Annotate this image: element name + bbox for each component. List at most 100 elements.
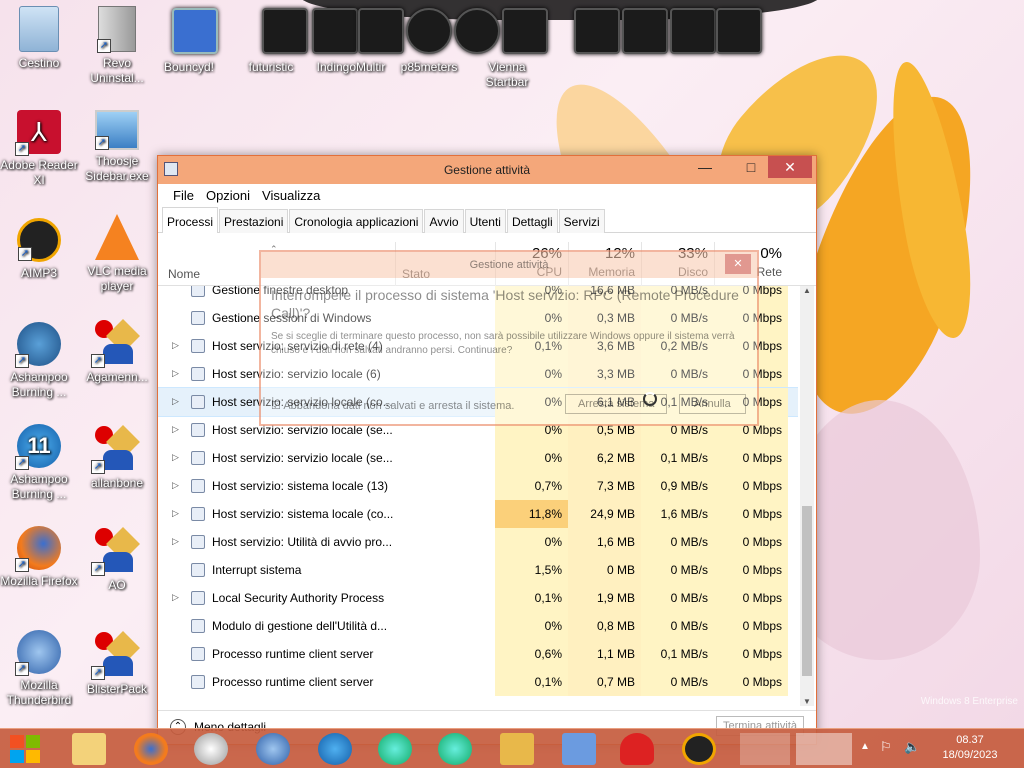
thunderbird-shortcut[interactable]: ➚ Mozilla Thunderbird [0, 630, 78, 708]
network-icon[interactable]: ⚐ [880, 739, 892, 755]
agamenn-shortcut[interactable]: ➚ Agamenn... [78, 318, 156, 385]
scroll-thumb[interactable] [802, 506, 812, 676]
folder-dark-icon[interactable] [358, 8, 404, 54]
process-memory: 0,8 MB [568, 612, 641, 640]
thunderbird-icon: ➚ [15, 630, 61, 676]
table-row[interactable]: Interrupt sistema 1,5% 0 MB 0 MB/s 0 Mbps [158, 556, 798, 584]
icon-label: allanbone [90, 476, 144, 490]
process-disk: 0,9 MB/s [641, 472, 714, 500]
ie-icon[interactable] [574, 8, 620, 54]
firefox-shortcut[interactable]: ➚ Mozilla Firefox [0, 526, 78, 589]
expand-icon[interactable]: ▷ [172, 536, 179, 547]
expand-icon[interactable]: ▷ [172, 368, 179, 379]
minimize-button[interactable]: — [690, 156, 720, 178]
app-icon[interactable] [378, 733, 412, 765]
aimp-shortcut[interactable]: ➚ AIMP3 [0, 218, 78, 281]
tab-users[interactable]: Utenti [464, 209, 506, 233]
scroll-up-icon[interactable]: ▲ [800, 286, 814, 295]
adobe-reader-icon[interactable] [740, 733, 790, 765]
sidebar-shortcut[interactable]: ➚ Thoosje Sidebar.exe [78, 110, 156, 184]
ashampoo-11-shortcut[interactable]: 11 ➚ Ashampoo Burning ... [0, 424, 78, 502]
vertical-scrollbar[interactable]: ▲ ▼ [800, 286, 814, 706]
expand-icon[interactable]: ▷ [172, 396, 179, 407]
shortcut-arrow-icon: ➚ [18, 247, 32, 261]
tab-performance[interactable]: Prestazioni [219, 209, 289, 233]
bouncy-icon[interactable] [172, 8, 218, 54]
firefox-icon[interactable] [134, 733, 168, 765]
windows-icon[interactable] [562, 733, 596, 765]
icon-label: Bouncyd! [163, 60, 215, 74]
menu-view[interactable]: Visualizza [256, 184, 326, 208]
task-manager-icon[interactable] [796, 733, 852, 765]
speaker-icon[interactable] [454, 8, 500, 54]
expand-icon[interactable]: ▷ [172, 592, 179, 603]
process-network: 0 Mbps [714, 472, 788, 500]
expand-icon[interactable]: ▷ [172, 508, 179, 519]
scroll-down-icon[interactable]: ▼ [800, 697, 814, 706]
process-cpu: 0% [495, 528, 568, 556]
ashampoo-shortcut[interactable]: ➚ Ashampoo Burning ... [0, 322, 78, 400]
app-icon[interactable] [438, 733, 472, 765]
maximize-button[interactable]: □ [736, 156, 766, 178]
explorer-icon[interactable] [72, 733, 106, 765]
adobe-reader-shortcut[interactable]: ⅄ ➚ Adobe Reader XI [0, 110, 78, 188]
expand-icon[interactable]: ▷ [172, 452, 179, 463]
tab-app-history[interactable]: Cronologia applicazioni [289, 209, 424, 233]
aimp-icon[interactable] [682, 733, 716, 765]
title-bar[interactable]: Gestione attività — □ ✕ [158, 156, 816, 184]
hat-icon[interactable] [620, 733, 654, 765]
show-hidden-icons-icon[interactable]: ▲ [860, 741, 870, 752]
menu-options[interactable]: Opzioni [200, 184, 256, 208]
table-row[interactable]: Modulo di gestione dell'Utilità d... 0% 0,… [158, 612, 798, 640]
volume-icon[interactable]: 🔈 [904, 739, 920, 755]
table-row[interactable]: ▷ Host servizio: sistema locale (13) 0,7% 7… [158, 472, 798, 500]
ashampoo-icon[interactable] [318, 733, 352, 765]
cancel-button[interactable]: Annulla [679, 394, 746, 414]
close-button[interactable]: ✕ [768, 156, 812, 178]
table-row[interactable]: ▷ Host servizio: sistema locale (co... 11,… [158, 500, 798, 528]
column-name[interactable]: Nome [168, 267, 200, 281]
blisterpack-shortcut[interactable]: ➚ BlisterPack [78, 630, 156, 697]
equalizer-icon[interactable] [502, 8, 548, 54]
expand-icon[interactable]: ▷ [172, 424, 179, 435]
table-row[interactable]: Processo runtime client server 0,6% 1,1 MB… [158, 640, 798, 668]
process-network: 0 Mbps [714, 640, 788, 668]
user-icon[interactable] [500, 733, 534, 765]
dialog-close-button[interactable]: ✕ [725, 254, 751, 274]
tab-details[interactable]: Dettagli [506, 209, 558, 233]
tshirt-icon[interactable] [622, 8, 668, 54]
dvd-icon[interactable] [194, 733, 228, 765]
indingo-icon[interactable] [312, 8, 358, 54]
shortcut-arrow-icon: ➚ [15, 662, 29, 676]
process-network: 0 Mbps [714, 444, 788, 472]
tab-startup[interactable]: Avvio [424, 209, 464, 233]
clock[interactable]: 08.37 18/09/2023 [930, 733, 1010, 763]
revo-shortcut[interactable]: ➚ Revo Uninstal... [78, 6, 156, 86]
tab-services[interactable]: Servizi [558, 209, 605, 233]
expand-icon[interactable]: ▷ [172, 340, 179, 351]
allanbone-shortcut[interactable]: ➚ allanbone [78, 424, 156, 491]
dialog-checkbox[interactable]: ☑ Abbandona dati non salvati e arresta i… [271, 399, 514, 412]
process-memory: 1,6 MB [568, 528, 641, 556]
recycle-dark-icon[interactable] [716, 8, 762, 54]
futuristic-icon[interactable] [262, 8, 308, 54]
process-disk: 0 MB/s [641, 612, 714, 640]
process-cpu: 0,6% [495, 640, 568, 668]
menu-file[interactable]: File [167, 184, 200, 208]
start-button[interactable] [10, 735, 40, 763]
ao-shortcut[interactable]: ➚ AO [78, 526, 156, 593]
table-row[interactable]: ▷ Local Security Authority Process 0,1% 1,9… [158, 584, 798, 612]
thunderbird-icon[interactable] [256, 733, 290, 765]
table-row[interactable]: Processo runtime client server 0,1% 0,7 MB… [158, 668, 798, 696]
icon-label: Vienna Startbar [485, 60, 529, 89]
recycle-bin-icon [19, 6, 59, 52]
table-row[interactable]: ▷ Host servizio: servizio locale (se... 0%… [158, 444, 798, 472]
table-row[interactable]: ▷ Host servizio: Utilità di avvio pro... 0… [158, 528, 798, 556]
vlc-shortcut[interactable]: VLC media player [78, 214, 156, 294]
tools-icon[interactable] [670, 8, 716, 54]
expand-icon[interactable]: ▷ [172, 480, 179, 491]
tab-processes[interactable]: Processi [162, 207, 219, 233]
service-icon [191, 675, 205, 689]
recycle-bin-shortcut[interactable]: Cestino [0, 6, 78, 71]
p85meters-icon[interactable] [406, 8, 452, 54]
